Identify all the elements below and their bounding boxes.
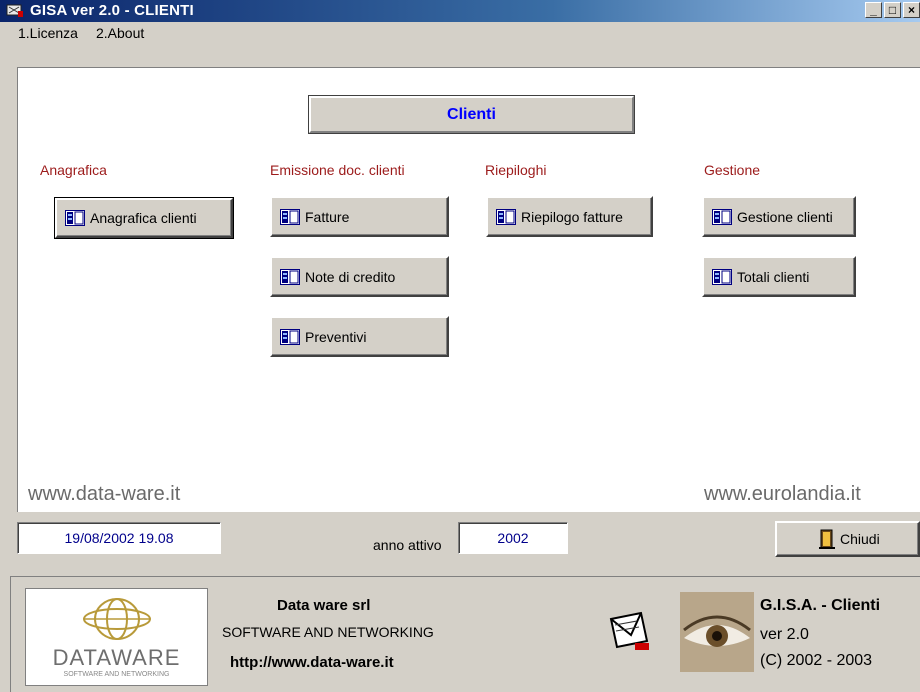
envelope-icon (607, 609, 653, 657)
section-anagrafica: Anagrafica (40, 162, 107, 178)
anagrafica-clienti-label: Anagrafica clienti (90, 210, 197, 226)
note-di-credito-button[interactable]: Note di credito (270, 256, 449, 297)
app-icon (6, 4, 23, 17)
product-name: G.I.S.A. - Clienti (760, 597, 881, 614)
dataware-logo: DATAWARE SOFTWARE AND NETWORKING (25, 588, 208, 686)
anagrafica-clienti-button[interactable]: Anagrafica clienti (54, 197, 234, 239)
note-di-credito-label: Note di credito (305, 268, 396, 285)
maximize-button[interactable]: □ (884, 2, 901, 18)
fatture-button[interactable]: Fatture (270, 196, 449, 237)
gestione-clienti-button[interactable]: Gestione clienti (702, 196, 856, 237)
close-window-button[interactable]: × (903, 2, 920, 18)
window-panel-icon (712, 268, 732, 285)
window-title: GISA ver 2.0 - CLIENTI (30, 2, 194, 19)
door-exit-icon (819, 529, 835, 549)
section-gestione: Gestione (704, 162, 761, 178)
anno-attivo-field[interactable]: 2002 (458, 522, 568, 554)
page-title: Clienti (308, 95, 635, 134)
logo-subtext: SOFTWARE AND NETWORKING (63, 671, 170, 678)
logo-text: DATAWARE (52, 645, 181, 670)
menu-bar: 1.Licenza 2.About (0, 22, 920, 44)
eye-photo-icon (680, 592, 754, 672)
chiudi-label: Chiudi (840, 531, 880, 547)
window-panel-icon (496, 208, 516, 225)
anno-attivo-label: anno attivo (373, 537, 442, 553)
riepilogo-fatture-button[interactable]: Riepilogo fatture (486, 196, 653, 237)
chiudi-button[interactable]: Chiudi (775, 521, 920, 557)
totali-clienti-label: Totali clienti (737, 268, 810, 285)
fatture-label: Fatture (305, 208, 350, 225)
minimize-button[interactable]: _ (865, 2, 882, 18)
window-panel-icon (65, 210, 85, 226)
totali-clienti-button[interactable]: Totali clienti (702, 256, 856, 297)
url-eurolandia: www.eurolandia.it (704, 483, 861, 505)
section-emissione: Emissione doc. clienti (270, 162, 405, 178)
product-version: ver 2.0 (760, 626, 809, 643)
menu-about[interactable]: 2.About (96, 25, 144, 41)
company-name: Data ware srl (277, 597, 371, 614)
company-url[interactable]: http://www.data-ware.it (230, 654, 394, 671)
gestione-clienti-label: Gestione clienti (737, 208, 833, 225)
window-panel-icon (280, 328, 300, 345)
window-panel-icon (280, 208, 300, 225)
window-panel-icon (280, 268, 300, 285)
riepilogo-fatture-label: Riepilogo fatture (521, 208, 623, 225)
company-tagline: SOFTWARE AND NETWORKING (222, 624, 434, 640)
section-riepiloghi: Riepiloghi (485, 162, 547, 178)
preventivi-label: Preventivi (305, 328, 367, 345)
url-data-ware: www.data-ware.it (28, 483, 181, 505)
preventivi-button[interactable]: Preventivi (270, 316, 449, 357)
globe-logo-icon (83, 598, 151, 640)
menu-licenza[interactable]: 1.Licenza (18, 25, 78, 41)
datetime-field: 19/08/2002 19.08 (17, 522, 221, 554)
title-bar[interactable]: GISA ver 2.0 - CLIENTI _ □ × (0, 0, 920, 22)
window-panel-icon (712, 208, 732, 225)
product-copyright: (C) 2002 - 2003 (760, 652, 873, 669)
